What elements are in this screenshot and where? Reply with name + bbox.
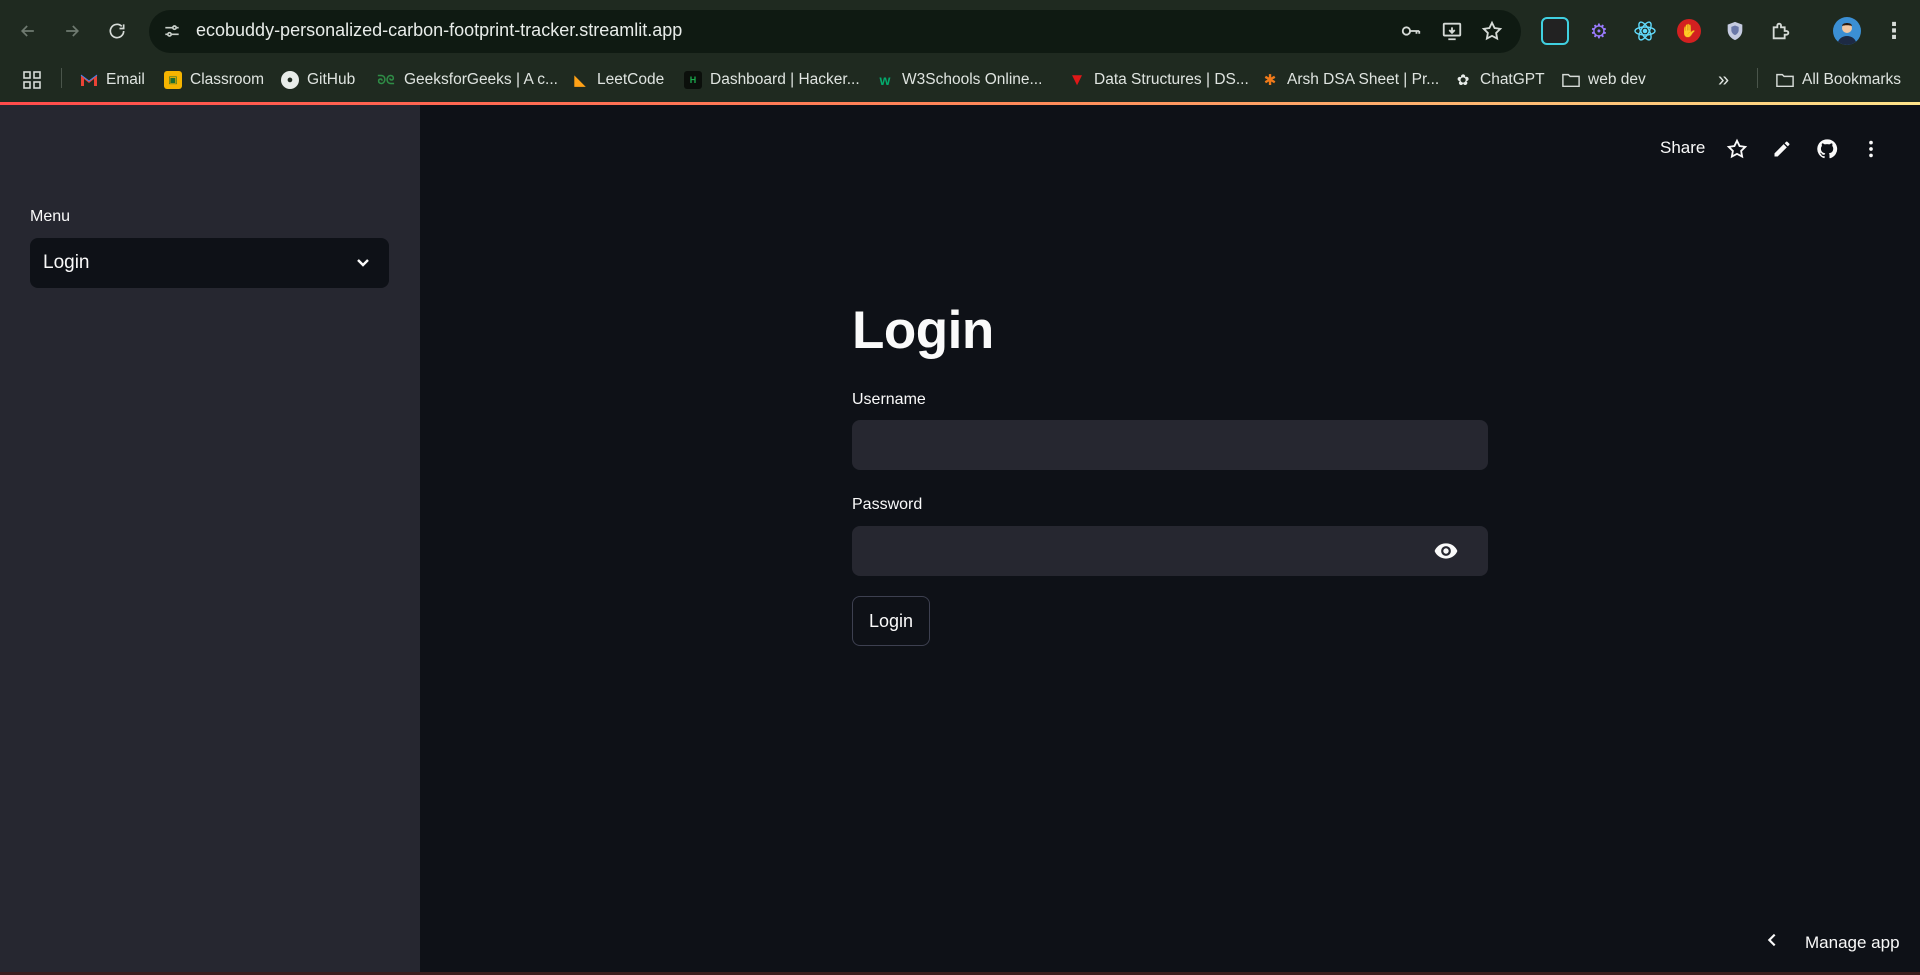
bookmark-label: Data Structures | DS... (1094, 71, 1249, 88)
extension-shield-icon[interactable] (1721, 17, 1749, 45)
edit-pencil-icon[interactable] (1769, 136, 1795, 162)
browser-toolbar: ecobuddy-personalized-carbon-footprint-t… (0, 0, 1920, 62)
chevron-left-icon (1763, 931, 1781, 954)
bookmark-classroom[interactable]: ▣ Classroom (164, 66, 264, 94)
show-password-eye-icon[interactable] (1432, 539, 1460, 563)
menu-label: Menu (30, 208, 71, 225)
bookmarks-divider (1757, 68, 1758, 88)
share-button[interactable]: Share (1660, 138, 1705, 158)
chatgpt-icon: ✿ (1456, 72, 1470, 89)
w3schools-icon: w (879, 72, 891, 88)
folder-icon (1776, 71, 1794, 89)
manage-app-button[interactable]: Manage app (1763, 931, 1900, 954)
bookmark-leetcode[interactable]: ◣ LeetCode (571, 66, 664, 94)
bookmark-label: Classroom (190, 71, 265, 88)
hackerrank-icon: H (684, 71, 702, 89)
bookmark-web-dev-folder[interactable]: web dev (1562, 66, 1646, 94)
more-vertical-icon[interactable] (1858, 136, 1884, 162)
bookmark-label: LeetCode (597, 71, 665, 88)
extensions-puzzle-icon[interactable] (1767, 17, 1795, 45)
install-app-icon[interactable] (1439, 18, 1465, 44)
username-label: Username (852, 391, 926, 408)
bookmark-label: W3Schools Online... (902, 71, 1043, 88)
bookmark-label: GeeksforGeeks | A c... (404, 71, 558, 88)
bookmark-w3schools[interactable]: w W3Schools Online... (876, 66, 1043, 94)
star-icon[interactable] (1724, 136, 1750, 162)
bookmarks-divider (61, 68, 62, 88)
extension-color-icon[interactable] (1541, 17, 1569, 45)
bookmark-email[interactable]: Email (80, 66, 145, 94)
bookmark-chatgpt[interactable]: ✿ ChatGPT (1454, 66, 1545, 94)
github-icon[interactable] (1814, 136, 1840, 162)
password-label: Password (852, 496, 923, 513)
bookmark-label: Arsh DSA Sheet | Pr... (1287, 71, 1440, 88)
site-settings-icon[interactable] (160, 19, 184, 43)
github-icon: ● (281, 71, 299, 89)
arsh-icon: ✱ (1263, 72, 1277, 89)
leetcode-icon: ◣ (574, 72, 586, 89)
username-input[interactable] (852, 420, 1488, 470)
menu-selected-value: Login (43, 252, 90, 273)
classroom-icon: ▣ (164, 71, 182, 89)
page-title: Login (852, 301, 994, 360)
extension-hand-icon[interactable]: ✋ (1677, 19, 1701, 43)
bookmark-label: GitHub (307, 71, 356, 88)
bookmark-label: Dashboard | Hacker... (710, 71, 860, 88)
menu-select[interactable]: Login (30, 238, 389, 288)
chevron-down-icon (353, 253, 373, 273)
folder-icon (1562, 71, 1580, 89)
forward-icon[interactable] (56, 15, 88, 47)
manage-app-label: Manage app (1805, 932, 1900, 952)
apps-grid-icon[interactable] (22, 66, 42, 94)
all-bookmarks-folder[interactable]: All Bookmarks (1776, 66, 1901, 94)
tutorial-icon: ▼ (1068, 70, 1086, 89)
bookmark-hackerrank[interactable]: H Dashboard | Hacker... (684, 66, 860, 94)
bookmark-label: Email (106, 71, 145, 88)
login-button[interactable]: Login (852, 596, 930, 646)
extension-gear-icon[interactable]: ⚙ (1585, 17, 1613, 45)
bookmark-arsh-dsa[interactable]: ✱ Arsh DSA Sheet | Pr... (1261, 66, 1440, 94)
back-icon[interactable] (12, 15, 44, 47)
gmail-icon (80, 71, 98, 89)
bookmark-star-icon[interactable] (1479, 18, 1505, 44)
url-text[interactable]: ecobuddy-personalized-carbon-footprint-t… (196, 20, 682, 41)
bookmark-github[interactable]: ● GitHub (281, 66, 355, 94)
bookmark-label: ChatGPT (1480, 71, 1545, 88)
browser-menu-icon[interactable]: ⋮ (1880, 17, 1908, 45)
reload-icon[interactable] (101, 15, 133, 47)
bookmark-geeksforgeeks[interactable]: ᘐᘓ GeeksforGeeks | A c... (376, 66, 558, 94)
sidebar (0, 105, 420, 975)
geeksforgeeks-icon: ᘐᘓ (377, 72, 395, 87)
bookmarks-overflow-icon[interactable]: » (1718, 66, 1729, 94)
bookmark-label: web dev (1588, 71, 1646, 88)
react-devtools-icon[interactable] (1631, 17, 1659, 45)
all-bookmarks-label: All Bookmarks (1802, 71, 1902, 88)
password-input[interactable] (852, 526, 1488, 576)
profile-avatar[interactable] (1833, 17, 1861, 45)
bookmark-data-structures[interactable]: ▼ Data Structures | DS... (1068, 66, 1249, 94)
key-icon[interactable] (1398, 18, 1424, 44)
